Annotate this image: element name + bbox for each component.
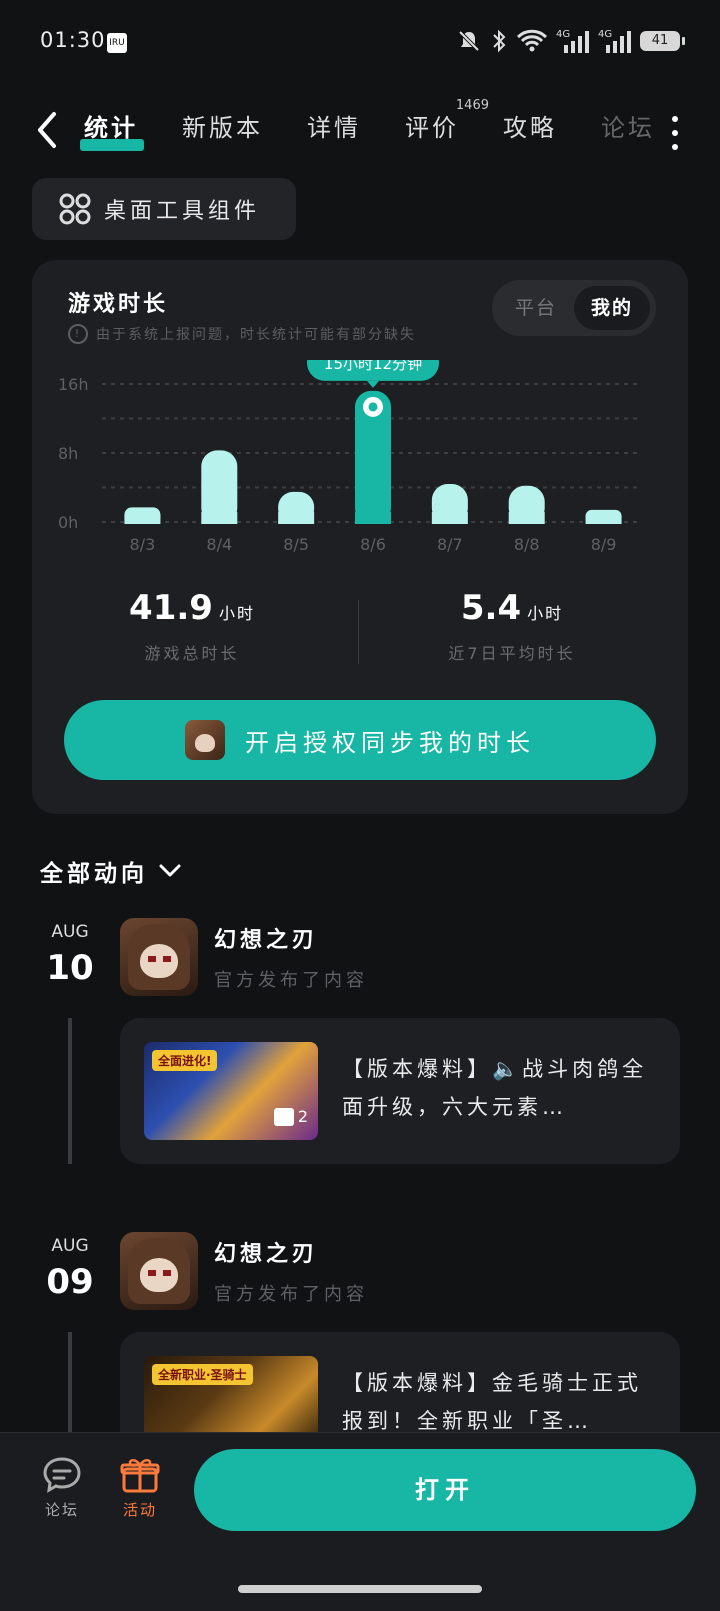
total-time-value: 41.9	[129, 588, 213, 628]
y-tick-label: 0h	[58, 513, 78, 532]
feed-game-name[interactable]: 幻想之刃	[214, 922, 318, 954]
feed-filter-label: 全部动向	[40, 861, 148, 887]
game-avatar-small	[185, 720, 225, 760]
card-title: 游戏时长	[68, 292, 169, 317]
feed-post-card[interactable]: 全面进化! 2 【版本爆料】🔈战斗肉鸽全面升级，六大元素…	[120, 1018, 680, 1164]
status-bar: 01:30 IRU 4G 4G 41	[0, 0, 720, 86]
bar-base	[508, 512, 545, 524]
more-menu-icon[interactable]	[672, 116, 680, 150]
battery-indicator: 41	[640, 31, 685, 51]
feed-action-text: 官方发布了内容	[214, 1284, 368, 1305]
timeline-line	[68, 1018, 72, 1164]
chevron-down-icon	[159, 864, 181, 877]
tooltip-pointer	[367, 380, 379, 388]
sync-time-button[interactable]: 开启授权同步我的时长	[64, 700, 656, 780]
grid-icon	[59, 193, 91, 225]
status-icons: 4G 4G 41	[456, 24, 685, 58]
gift-icon	[120, 1459, 160, 1493]
play-time-card: 游戏时长 ! 由于系统上报问题，时长统计可能有部分缺失 平台 我的 0h 8h 16…	[32, 260, 688, 814]
card-note-text: 由于系统上报问题，时长统计可能有部分缺失	[96, 327, 416, 343]
x-tick-label: 8/7	[437, 535, 463, 554]
game-avatar[interactable]	[120, 1232, 198, 1310]
post-text: 【版本爆料】🔈战斗肉鸽全面升级，六大元素…	[342, 1057, 648, 1119]
tab-guides[interactable]: 攻略	[503, 108, 557, 143]
review-count-badge: 1469	[455, 98, 489, 113]
activity-tab-label: 活动	[122, 1501, 157, 1519]
tab-stats[interactable]: 统计	[80, 108, 144, 151]
status-time: 01:30	[40, 28, 106, 52]
tab-forum[interactable]: 论坛	[601, 108, 655, 143]
total-time-stat: 41.9 小时 游戏总时长	[32, 588, 352, 664]
forum-tab-button[interactable]: 论坛	[32, 1455, 92, 1520]
signal-4g-icon: 4G	[556, 29, 589, 53]
bar-base	[355, 512, 391, 524]
info-icon: !	[68, 324, 88, 344]
y-tick-label: 16h	[58, 375, 89, 394]
bar-base	[124, 514, 161, 524]
card-note: ! 由于系统上报问题，时长统计可能有部分缺失	[68, 324, 416, 344]
platform-mine-toggle[interactable]: 平台 我的	[492, 280, 656, 336]
game-avatar[interactable]	[120, 918, 198, 996]
tab-bar: 统计 新版本 详情 评价 1469 攻略 论坛	[80, 98, 655, 151]
tab-details[interactable]: 详情	[307, 108, 361, 143]
feed-game-name[interactable]: 幻想之刃	[214, 1236, 318, 1268]
x-tick-label: 8/9	[591, 535, 617, 554]
back-arrow-icon[interactable]	[32, 110, 66, 150]
bar-base	[431, 512, 468, 524]
y-tick-label: 8h	[58, 444, 78, 463]
home-indicator[interactable]	[238, 1585, 482, 1593]
thumbnail-tag: 全面进化!	[152, 1050, 218, 1071]
status-app-badge: IRU	[107, 33, 127, 53]
x-tick-label: 8/4	[206, 535, 232, 554]
timeline-line	[68, 1332, 72, 1432]
feed-action-text: 官方发布了内容	[214, 970, 368, 991]
x-tick-label: 8/8	[514, 535, 540, 554]
total-time-unit: 小时	[218, 604, 255, 623]
image-count: 2	[273, 1107, 308, 1126]
image-icon	[273, 1107, 294, 1126]
bluetooth-icon	[493, 29, 506, 53]
x-tick-label: 8/3	[130, 535, 156, 554]
play-time-bar-chart: 0h 8h 16h 8/3 8/4 8/5 8/6 8/7 8/8 8/9 15小时12分钟	[58, 360, 640, 554]
segment-platform[interactable]: 平台	[498, 286, 574, 330]
bar-base	[201, 512, 238, 524]
wifi-icon	[516, 29, 548, 52]
post-text: 【版本爆料】金毛骑士正式报到！全新职业「圣…	[342, 1371, 642, 1433]
average-time-value: 5.4	[460, 588, 522, 628]
desktop-widget-label: 桌面工具组件	[104, 199, 261, 224]
svg-text:4G: 4G	[556, 29, 570, 40]
tab-new-version[interactable]: 新版本	[182, 108, 263, 143]
feed-date-month: AUG	[51, 1236, 89, 1256]
x-tick-label: 8/5	[283, 535, 309, 554]
post-thumbnail: 全面进化! 2	[144, 1042, 318, 1140]
sync-time-label: 开启授权同步我的时长	[245, 728, 535, 757]
chat-bubble-icon	[43, 1457, 81, 1493]
svg-text:4G: 4G	[598, 29, 612, 40]
highlight-marker-dot	[368, 402, 378, 412]
tooltip-text: 15小时12分钟	[324, 360, 422, 373]
bar-base	[278, 512, 315, 524]
activity-tab-button[interactable]: 活动	[110, 1455, 170, 1520]
signal-4g-icon-2: 4G	[598, 29, 631, 53]
open-game-button[interactable]: 打开	[194, 1449, 696, 1531]
average-time-label: 近7日平均时长	[448, 644, 576, 663]
desktop-widget-button[interactable]: 桌面工具组件	[32, 178, 296, 240]
bottom-action-bar: 论坛 活动 打开	[0, 1432, 720, 1611]
forum-tab-label: 论坛	[44, 1501, 79, 1519]
feed-date-day: 10	[46, 948, 94, 988]
bar-base	[585, 515, 622, 524]
thumbnail-tag: 全新职业·圣骑士	[152, 1364, 253, 1385]
total-time-label: 游戏总时长	[144, 644, 240, 663]
average-time-unit: 小时	[527, 604, 564, 623]
tab-reviews[interactable]: 评价 1469	[405, 98, 489, 143]
feed-date-month: AUG	[51, 922, 89, 942]
feed-filter-dropdown[interactable]: 全部动向	[40, 854, 182, 888]
muted-bell-icon	[458, 30, 480, 52]
segment-mine[interactable]: 我的	[574, 286, 650, 330]
feed-date-day: 09	[46, 1262, 94, 1302]
top-nav: 统计 新版本 详情 评价 1469 攻略 论坛	[0, 98, 720, 160]
average-time-stat: 5.4 小时 近7日平均时长	[352, 588, 672, 664]
x-tick-label: 8/6	[360, 535, 386, 554]
